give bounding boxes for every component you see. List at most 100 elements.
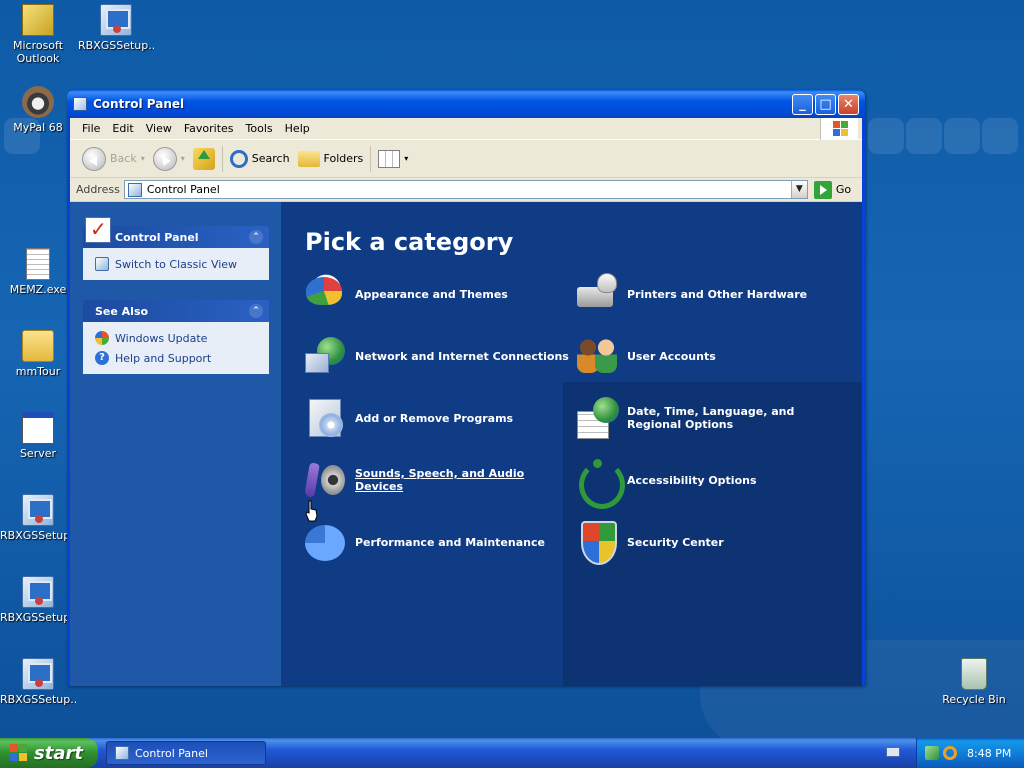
collapse-chevron-icon[interactable]: ⌃ — [249, 230, 263, 244]
window-controls: _ □ ✕ — [792, 94, 859, 115]
desktop-icon-outlook[interactable]: Microsoft Outlook — [0, 4, 76, 65]
desktop-icon-label: RBXGSSetup.... — [0, 693, 76, 706]
category-performance-maintenance[interactable]: Performance and Maintenance — [303, 517, 573, 567]
menu-view[interactable]: View — [140, 122, 178, 135]
start-button[interactable]: start — [0, 738, 98, 768]
category-pane: Pick a category Appearance and Themes Ne… — [281, 202, 862, 686]
desktop-icon-mmtour[interactable]: mmTour — [0, 330, 76, 378]
menu-help[interactable]: Help — [279, 122, 316, 135]
address-bar: Address Control Panel ▼ Go — [70, 178, 862, 202]
address-input[interactable]: Control Panel ▼ — [123, 180, 808, 199]
category-label: Network and Internet Connections — [355, 349, 569, 363]
start-label: start — [34, 742, 83, 764]
maximize-button[interactable]: □ — [815, 94, 836, 115]
desktop-icon-rbxgssetup-1[interactable]: RBXGSSetup.... — [78, 4, 154, 52]
desktop-icon-memz[interactable]: MEMZ.exe — [0, 248, 76, 296]
category-label: Accessibility Options — [627, 473, 757, 487]
setup-icon — [22, 658, 54, 690]
recycle-bin-icon — [961, 658, 987, 690]
category-label: Sounds, Speech, and Audio Devices — [355, 467, 525, 493]
desktop-icon-rbxgssetup-3[interactable]: RBXGSSetup.... — [0, 576, 76, 624]
file-icon — [26, 248, 50, 280]
desktop-icon-label: RBXGSSetup.... — [0, 529, 76, 542]
collapse-chevron-icon[interactable]: ⌃ — [249, 304, 263, 318]
accessibility-icon — [575, 457, 625, 509]
link-label: Help and Support — [115, 351, 212, 365]
menu-tools[interactable]: Tools — [240, 122, 279, 135]
desktop-icon-rbxgssetup-2[interactable]: RBXGSSetup.... — [0, 494, 76, 542]
go-arrow-icon — [813, 180, 832, 199]
appearance-icon — [303, 271, 349, 317]
users-icon — [575, 333, 621, 379]
category-security-center[interactable]: Security Center — [575, 517, 845, 567]
link-label: Switch to Classic View — [115, 257, 238, 271]
category-printers-hardware[interactable]: Printers and Other Hardware — [575, 269, 845, 319]
desktop-icon-mypal[interactable]: MyPal 68 — [0, 86, 76, 134]
search-tray-icon[interactable] — [943, 746, 957, 760]
windows-update-link[interactable]: Windows Update — [95, 328, 259, 348]
forward-button[interactable]: ▾ — [149, 143, 189, 175]
go-button[interactable]: Go — [813, 180, 851, 199]
address-label: Address — [76, 183, 120, 196]
folders-label: Folders — [323, 152, 364, 165]
menu-favorites[interactable]: Favorites — [178, 122, 240, 135]
mypal-icon — [22, 86, 54, 118]
taskbar: start Control Panel 8:48 PM — [0, 738, 1024, 768]
menu-edit[interactable]: Edit — [106, 122, 139, 135]
up-folder-button[interactable] — [189, 143, 219, 175]
page-title: Pick a category — [305, 228, 514, 256]
menu-file[interactable]: File — [76, 122, 106, 135]
see-also-header[interactable]: See Also ⌃ — [83, 300, 269, 322]
close-button[interactable]: ✕ — [838, 94, 859, 115]
desktop-icon-label: RBXGSSetup.... — [78, 39, 154, 52]
back-button[interactable]: Back ▾ — [78, 143, 149, 175]
category-accessibility[interactable]: Accessibility Options — [575, 455, 845, 509]
category-label: Security Center — [627, 535, 724, 549]
minimize-button[interactable]: _ — [792, 94, 813, 115]
back-dropdown-icon[interactable]: ▾ — [141, 154, 145, 163]
keyboard-icon[interactable] — [886, 747, 900, 757]
setup-icon — [22, 494, 54, 526]
performance-icon — [303, 519, 349, 565]
category-add-remove-programs[interactable]: Add or Remove Programs — [303, 393, 573, 443]
zip-folder-icon — [22, 330, 54, 362]
desktop-icon-label: mmTour — [15, 365, 61, 378]
category-network-internet[interactable]: Network and Internet Connections — [303, 331, 573, 381]
task-header-title: Control Panel — [115, 230, 199, 244]
security-shield-icon — [575, 519, 621, 565]
desktop-wallpaper-tile — [944, 118, 980, 154]
category-user-accounts[interactable]: User Accounts — [575, 331, 845, 381]
task-header-title: See Also — [95, 304, 149, 318]
folders-button[interactable]: Folders — [294, 143, 368, 175]
see-also-body: Windows Update ? Help and Support — [83, 322, 269, 374]
taskbar-item-label: Control Panel — [135, 746, 208, 760]
desktop-icon-label: Server — [19, 447, 57, 460]
toolbar: Back ▾ ▾ Search Folders ▾ — [70, 140, 862, 178]
add-remove-icon — [303, 395, 349, 441]
switch-classic-view-link[interactable]: Switch to Classic View — [95, 254, 259, 274]
category-sounds-audio[interactable]: Sounds, Speech, and Audio Devices — [303, 455, 573, 505]
desktop-icon-rbxgssetup-4[interactable]: RBXGSSetup.... — [0, 658, 76, 706]
setup-icon — [100, 4, 132, 36]
network-tray-icon[interactable] — [925, 746, 939, 760]
control-panel-icon — [115, 746, 129, 760]
views-icon — [378, 149, 401, 168]
windows-update-icon — [95, 331, 109, 345]
help-support-link[interactable]: ? Help and Support — [95, 348, 259, 368]
address-dropdown-icon[interactable]: ▼ — [790, 181, 807, 198]
date-globe-icon — [575, 395, 621, 441]
clock[interactable]: 8:48 PM — [967, 747, 1011, 760]
forward-dropdown-icon[interactable]: ▾ — [181, 154, 185, 163]
desktop-icon-recycle-bin[interactable]: Recycle Bin — [936, 658, 1012, 706]
desktop-icon-label: MyPal 68 — [13, 121, 63, 134]
title-bar[interactable]: Control Panel _ □ ✕ — [67, 90, 865, 118]
control-panel-task-header[interactable]: Control Panel ⌃ — [83, 217, 269, 248]
desktop-icon-server[interactable]: Server — [0, 412, 76, 460]
views-button[interactable]: ▾ — [374, 143, 412, 175]
category-appearance-themes[interactable]: Appearance and Themes — [303, 269, 573, 319]
category-date-time-regional[interactable]: Date, Time, Language, and Regional Optio… — [575, 393, 845, 443]
search-button[interactable]: Search — [226, 143, 294, 175]
control-panel-window: Control Panel _ □ ✕ File Edit View Favor… — [67, 90, 865, 686]
taskbar-item-control-panel[interactable]: Control Panel — [106, 741, 266, 765]
desktop-wallpaper-tile — [906, 118, 942, 154]
